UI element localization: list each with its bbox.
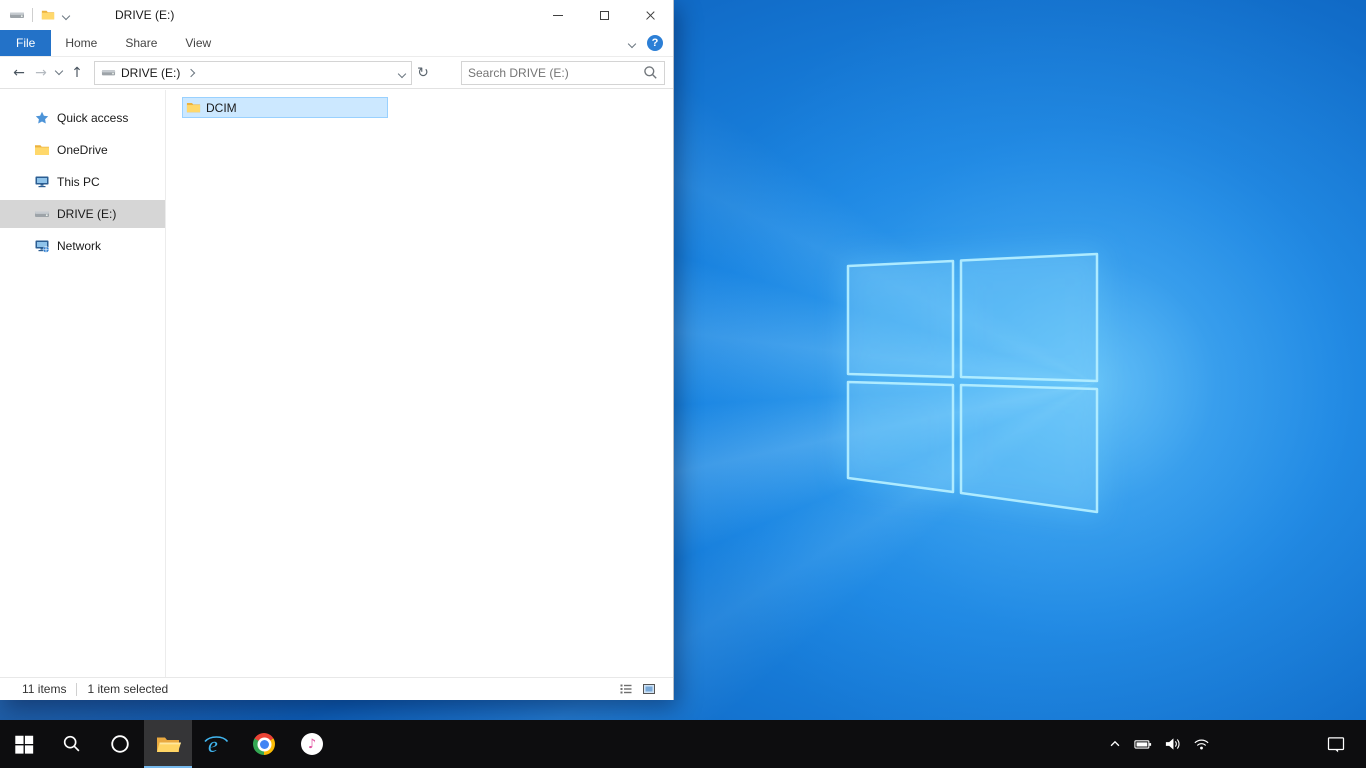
cortana-circle-icon [109,733,131,755]
start-button[interactable] [0,720,48,768]
sidebar-label: This PC [57,175,100,189]
speaker-icon[interactable] [1158,720,1187,768]
action-center-icon[interactable] [1320,720,1352,768]
help-icon[interactable]: ? [647,35,663,51]
sidebar-item-onedrive[interactable]: OneDrive [0,136,165,164]
file-list[interactable]: DCIM [166,90,673,677]
star-icon [34,110,50,126]
drive-icon [8,6,26,24]
itunes-icon: ♪ [301,733,323,755]
tab-file[interactable]: File [0,30,52,56]
drive-icon [34,206,50,222]
address-dropdown-chevron-icon[interactable] [397,66,407,80]
sidebar-label: OneDrive [57,143,108,157]
taskbar: e ♪ [0,720,1366,768]
file-explorer-window: DRIVE (E:) File Home Share View ? ← → ↑ … [0,0,674,700]
folder-icon [186,100,201,115]
expand-ribbon-chevron-icon[interactable] [627,36,637,50]
tab-home[interactable]: Home [51,30,111,56]
navigation-pane: Quick access OneDrive This PC DRIVE (E:) [0,90,166,677]
large-icons-view-button[interactable] [641,681,657,697]
itunes-button[interactable]: ♪ [288,720,336,768]
window-body: Quick access OneDrive This PC DRIVE (E:) [0,90,673,677]
status-bar: 11 items 1 item selected [0,677,673,700]
titlebar: DRIVE (E:) [0,0,673,30]
customize-quick-access-toolbar-dropdown[interactable] [61,8,71,22]
close-button[interactable] [627,0,673,30]
battery-icon[interactable] [1128,720,1158,768]
tray-spacer [1216,720,1320,768]
search-icon[interactable] [643,65,658,80]
breadcrumb-drive[interactable]: DRIVE (E:) [121,66,180,80]
windows-logo [846,252,1099,514]
address-drive-icon [101,65,116,80]
cortana-button[interactable] [96,720,144,768]
breadcrumb-chevron-icon[interactable] [187,68,196,77]
tab-view[interactable]: View [171,30,225,56]
file-item-dcim[interactable]: DCIM [182,97,388,118]
address-bar[interactable]: DRIVE (E:) [94,60,412,85]
network-icon [34,238,50,254]
search-icon [61,733,83,755]
onedrive-folder-icon [34,142,50,158]
sidebar-item-this-pc[interactable]: This PC [0,168,165,196]
computer-icon [34,174,50,190]
details-view-button[interactable] [618,681,634,697]
chrome-button[interactable] [240,720,288,768]
search-input[interactable] [468,65,643,80]
svg-text:e: e [208,732,218,757]
system-tray [1102,720,1366,768]
sidebar-label: DRIVE (E:) [57,207,117,221]
tab-share[interactable]: Share [111,30,171,56]
item-count: 11 items [22,682,67,696]
recent-locations-dropdown[interactable] [52,66,66,76]
selection-count: 1 item selected [87,682,169,696]
wifi-icon[interactable] [1187,720,1216,768]
forward-button[interactable]: → [30,65,52,81]
file-name: DCIM [206,100,237,115]
quick-access-toolbar-folder-icon[interactable] [39,6,57,24]
internet-explorer-icon: e [203,731,229,757]
taskbar-file-explorer-button[interactable] [144,720,192,768]
up-button[interactable]: ↑ [66,65,88,81]
refresh-button[interactable]: ↻ [412,65,434,81]
back-button[interactable]: ← [8,65,30,81]
chrome-icon [253,733,275,755]
ribbon-tab-row: File Home Share View ? [0,30,673,57]
sidebar-label: Quick access [57,111,129,125]
caption-buttons [535,0,673,30]
window-title: DRIVE (E:) [115,8,175,22]
sidebar-item-quick-access[interactable]: Quick access [0,104,165,132]
internet-explorer-button[interactable]: e [192,720,240,768]
titlebar-separator [32,8,33,22]
sidebar-item-drive-e[interactable]: DRIVE (E:) [0,200,165,228]
sidebar-item-network[interactable]: Network [0,232,165,260]
taskbar-search-button[interactable] [48,720,96,768]
minimize-button[interactable] [535,0,581,30]
status-divider [76,682,78,696]
maximize-button[interactable] [581,0,627,30]
search-box [461,60,665,85]
show-hidden-icons-chevron-icon[interactable] [1102,720,1128,768]
file-explorer-icon [155,731,181,757]
navigation-bar: ← → ↑ DRIVE (E:) ↻ [0,57,673,89]
sidebar-label: Network [57,239,102,253]
